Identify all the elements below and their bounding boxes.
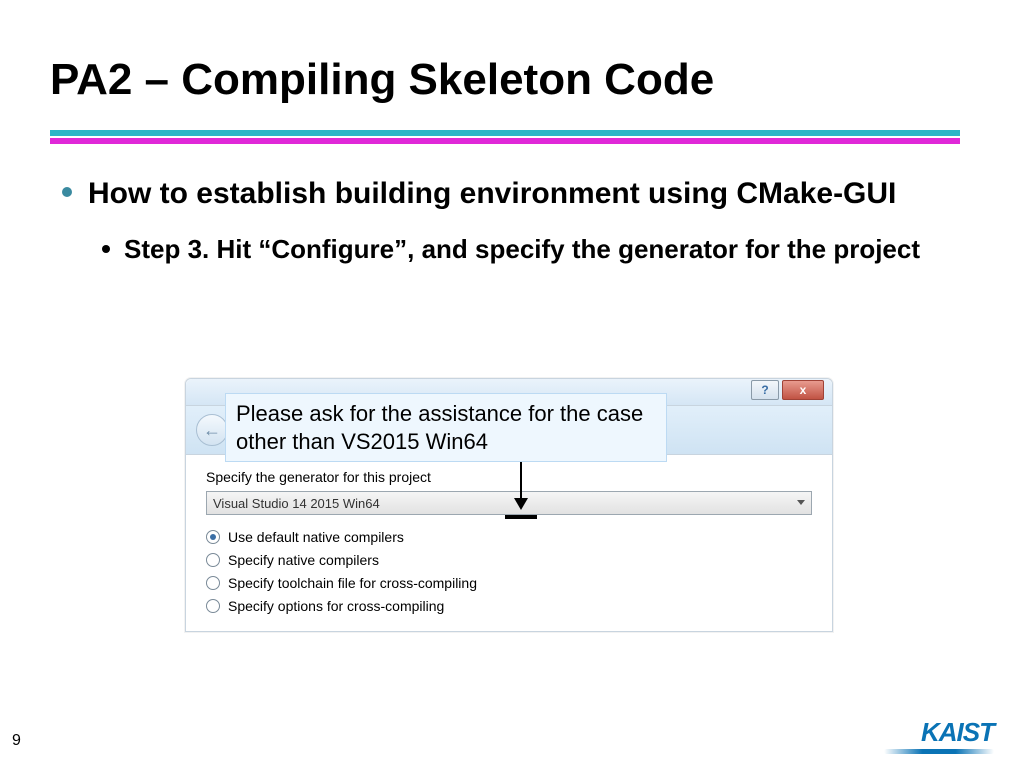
radio-label: Specify native compilers	[228, 552, 379, 568]
radio-label: Use default native compilers	[228, 529, 404, 545]
kaist-logo: KAIST	[921, 717, 994, 748]
radio-default-compilers[interactable]: Use default native compilers	[206, 529, 812, 545]
help-icon: ?	[761, 383, 768, 397]
radio-icon	[206, 599, 220, 613]
close-icon: x	[800, 383, 807, 397]
page-number: 9	[12, 732, 21, 750]
radio-icon	[206, 576, 220, 590]
generator-combobox[interactable]: Visual Studio 14 2015 Win64	[206, 491, 812, 515]
back-button[interactable]: ←	[196, 414, 228, 446]
kaist-logo-underline-icon	[884, 749, 994, 754]
radio-specify-native[interactable]: Specify native compilers	[206, 552, 812, 568]
radio-toolchain-file[interactable]: Specify toolchain file for cross-compili…	[206, 575, 812, 591]
bullet-dot-icon	[62, 187, 72, 197]
radio-icon	[206, 553, 220, 567]
radio-specify-options[interactable]: Specify options for cross-compiling	[206, 598, 812, 614]
callout-arrow-base	[505, 515, 537, 519]
chevron-down-icon	[797, 500, 805, 505]
radio-icon	[206, 530, 220, 544]
bullet-level-1: How to establish building environment us…	[62, 175, 974, 213]
slide-title: PA2 – Compiling Skeleton Code	[50, 55, 714, 105]
bullet-level-2: Step 3. Hit “Configure”, and specify the…	[102, 233, 974, 267]
callout-arrow-icon	[520, 460, 522, 508]
bullet-dot-icon	[102, 245, 110, 253]
help-button[interactable]: ?	[751, 380, 779, 400]
bullet-1-text: How to establish building environment us…	[88, 175, 896, 213]
generator-selected-value: Visual Studio 14 2015 Win64	[213, 496, 380, 511]
title-divider	[50, 130, 960, 144]
close-button[interactable]: x	[782, 380, 824, 400]
generator-prompt: Specify the generator for this project	[206, 469, 812, 485]
radio-label: Specify options for cross-compiling	[228, 598, 444, 614]
bullet-2-text: Step 3. Hit “Configure”, and specify the…	[124, 233, 920, 267]
dialog-body: Specify the generator for this project V…	[186, 455, 832, 631]
content-area: How to establish building environment us…	[62, 175, 974, 286]
callout-note: Please ask for the assistance for the ca…	[225, 393, 667, 462]
back-arrow-icon: ←	[203, 420, 221, 441]
radio-label: Specify toolchain file for cross-compili…	[228, 575, 477, 591]
